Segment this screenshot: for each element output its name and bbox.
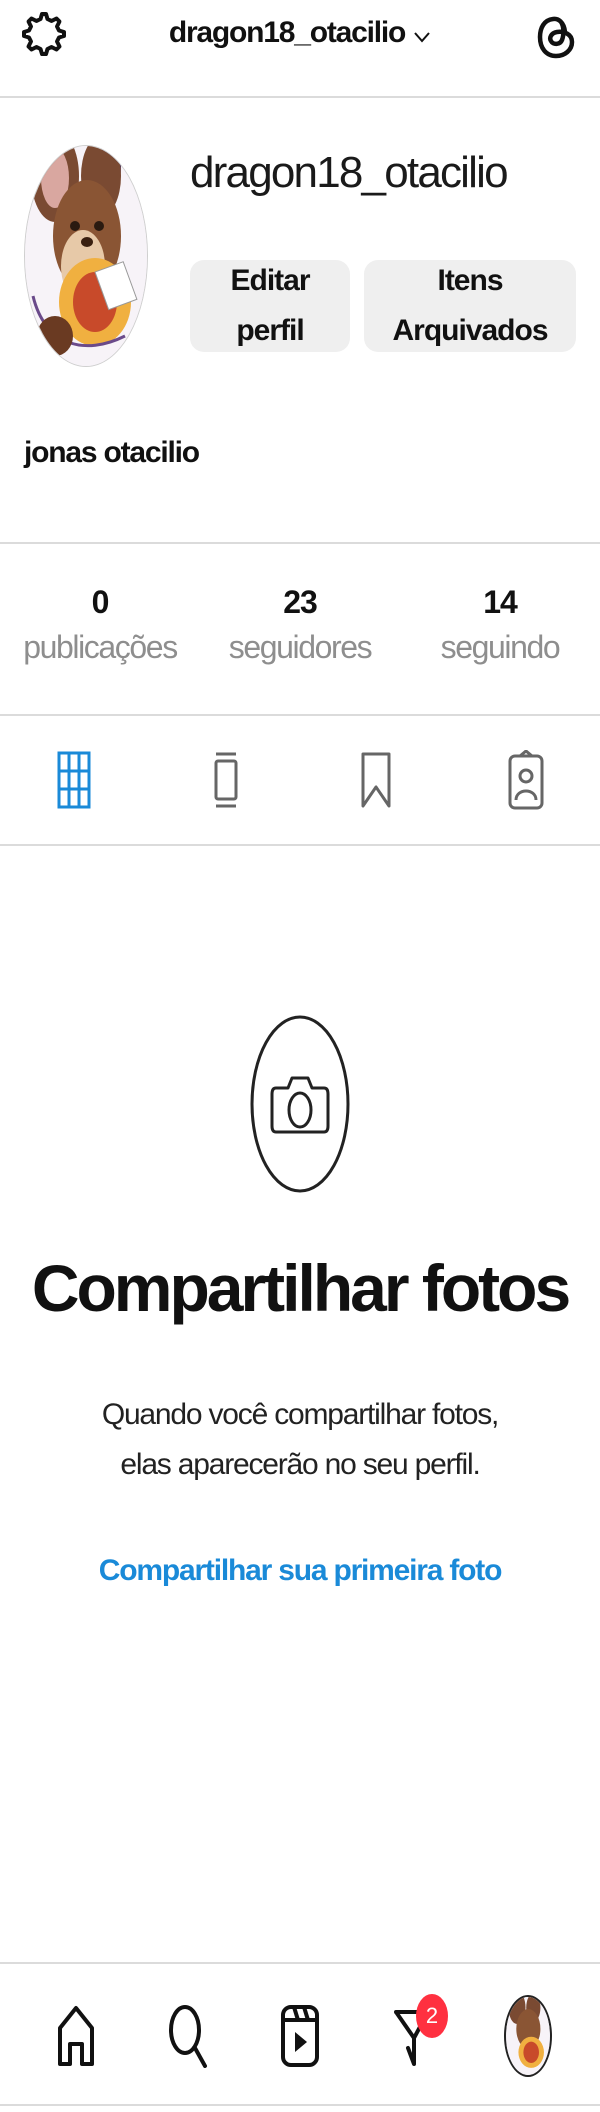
stat-value: 0 <box>91 584 110 620</box>
empty-state-description: Quando você compartilhar fotos, elas apa… <box>101 1398 500 1481</box>
reels-nav-icon <box>281 2005 319 2067</box>
stat-posts[interactable]: 0 publicações <box>0 584 200 666</box>
profile-full-name: jonas otacilio <box>24 436 200 469</box>
nav-home[interactable] <box>44 1996 108 2076</box>
edit-profile-button[interactable]: Editar perfil <box>190 260 350 352</box>
tab-saved[interactable] <box>344 748 408 812</box>
top-bar: dragon18_otacilio <box>0 0 600 98</box>
grid-icon <box>57 751 91 809</box>
profile-tabs <box>0 716 600 846</box>
nav-reels[interactable] <box>268 1996 332 2076</box>
empty-state-title: Compartilhar fotos <box>31 1251 571 1325</box>
home-icon <box>58 2006 94 2066</box>
account-switcher[interactable]: dragon18_otacilio <box>0 16 600 51</box>
stat-label: seguidores <box>228 629 373 665</box>
archived-label-line2: Arquivados <box>392 314 548 347</box>
stat-label: seguindo <box>440 629 561 665</box>
camera-icon <box>250 1015 350 1193</box>
stat-value: 14 <box>483 584 518 620</box>
bottom-navigation: 2 <box>0 1962 600 2106</box>
nav-activity[interactable]: 2 <box>380 1994 448 2076</box>
notification-badge: 2 <box>416 1994 448 2038</box>
stat-following[interactable]: 14 seguindo <box>400 584 600 666</box>
tagged-icon <box>508 750 544 810</box>
share-first-photo-link[interactable]: Compartilhar sua primeira foto <box>0 1554 600 1588</box>
tab-tagged[interactable] <box>494 748 558 812</box>
avatar <box>504 1995 552 2077</box>
reels-icon <box>214 752 238 808</box>
tab-reels[interactable] <box>194 748 258 812</box>
account-name: dragon18_otacilio <box>168 16 407 49</box>
stat-followers[interactable]: 23 seguidores <box>200 584 400 666</box>
edit-profile-label-line1: Editar <box>230 264 310 297</box>
nav-profile[interactable] <box>496 1995 560 2077</box>
threads-icon[interactable] <box>534 10 578 60</box>
nav-search[interactable] <box>156 1996 220 2076</box>
archived-label-line1: Itens <box>437 264 503 297</box>
tab-grid[interactable] <box>42 748 106 812</box>
bookmark-icon <box>361 752 391 808</box>
avatar-mini-illustration <box>506 1997 550 2075</box>
search-icon <box>169 2005 207 2068</box>
chevron-down-icon <box>413 17 431 51</box>
stat-label: publicações <box>23 629 178 665</box>
stat-value: 23 <box>283 584 318 620</box>
archived-items-button[interactable]: Itens Arquivados <box>364 260 576 352</box>
profile-username: dragon18_otacilio <box>190 148 509 197</box>
profile-avatar[interactable] <box>24 145 148 367</box>
avatar-illustration <box>25 146 147 366</box>
profile-stats: 0 publicações 23 seguidores 14 seguindo <box>0 542 600 716</box>
edit-profile-label-line2: perfil <box>236 314 304 347</box>
